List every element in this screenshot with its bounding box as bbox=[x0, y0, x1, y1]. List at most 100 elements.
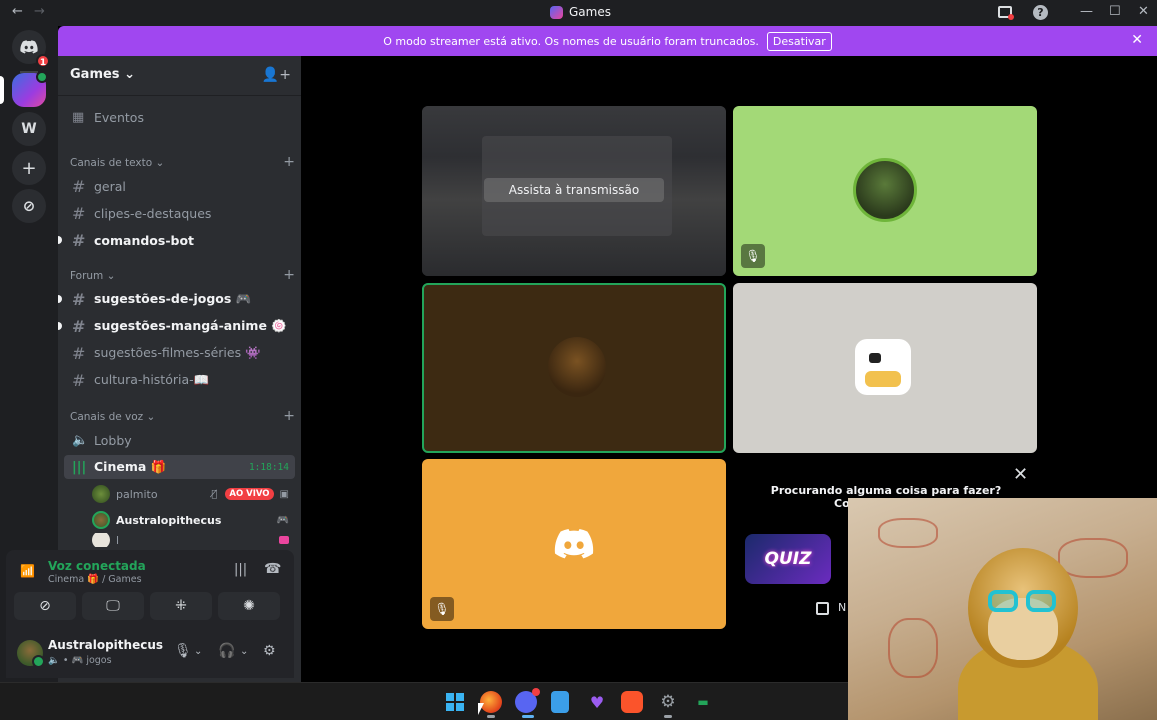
channel-timer: 1:18:14 bbox=[248, 461, 289, 473]
glasses-left bbox=[988, 590, 1018, 612]
activity-icon: ▣ bbox=[279, 488, 289, 500]
server-icon bbox=[550, 5, 563, 19]
user-status: 🔈 • 🎮 jogos bbox=[48, 655, 112, 666]
hash-icon: # bbox=[72, 289, 86, 309]
camera-off-icon: ⊘ bbox=[39, 598, 51, 614]
participant-tile-speaking[interactable] bbox=[422, 283, 726, 453]
invite-people-icon[interactable]: 👤+ bbox=[262, 67, 291, 83]
terminal-icon[interactable]: ▬ bbox=[692, 691, 714, 713]
heart-app-icon[interactable]: ♥ bbox=[586, 691, 608, 713]
camera-off-button[interactable]: ⊘ bbox=[14, 592, 76, 620]
activities-button[interactable]: ⁜ bbox=[150, 592, 212, 620]
voice-connected-panel: 📶 Voz conectada Cinema 🎁 / Games ||| ☎ ⊘… bbox=[6, 550, 294, 628]
notification-badge: 1 bbox=[36, 54, 50, 68]
participant-tile[interactable]: 🎙 bbox=[422, 459, 726, 629]
server-w[interactable]: W bbox=[12, 112, 46, 146]
voice-user-name: Australopithecus bbox=[116, 513, 222, 527]
mouse-cursor bbox=[478, 703, 484, 715]
participant-tile[interactable] bbox=[733, 283, 1037, 453]
channel-label: Lobby bbox=[94, 432, 132, 448]
promo-close-icon[interactable]: ✕ bbox=[1013, 464, 1028, 485]
noise-suppression-icon[interactable]: ||| bbox=[234, 562, 247, 577]
participant-tile[interactable]: 🎙 bbox=[733, 106, 1037, 276]
category-forum[interactable]: Forum ⌄ + bbox=[70, 267, 295, 283]
channel-label: clipes-e-destaques bbox=[94, 205, 212, 221]
rock-art bbox=[1058, 538, 1128, 578]
category-label: Canais de texto ⌄ bbox=[70, 157, 165, 169]
muted-icon: 🎙 bbox=[741, 244, 765, 268]
settings-icon[interactable]: ⚙ bbox=[657, 691, 679, 713]
events-item[interactable]: ▦ Eventos bbox=[64, 105, 295, 129]
channel-clipes[interactable]: # clipes-e-destaques bbox=[64, 201, 295, 225]
quiz-activity-card[interactable]: QUIZ bbox=[745, 534, 831, 584]
explore-icon[interactable]: ⊘ bbox=[12, 189, 46, 223]
category-voice-channels[interactable]: Canais de voz ⌄ + bbox=[70, 408, 295, 424]
disable-streamer-mode-button[interactable]: Desativar bbox=[766, 31, 832, 51]
screen-share-icon: 🖵 bbox=[106, 598, 120, 614]
inbox-icon[interactable] bbox=[998, 6, 1014, 20]
server-games[interactable] bbox=[12, 71, 48, 107]
stream-tile[interactable]: Assista à transmissão bbox=[422, 106, 726, 276]
back-button[interactable]: ← bbox=[12, 4, 23, 19]
microphone-icon[interactable]: 🎙 bbox=[174, 643, 192, 659]
game-controller-icon: 🎮 bbox=[276, 514, 289, 526]
voice-user[interactable]: palmito 🎙̸ AO VIVO ▣ bbox=[92, 482, 295, 506]
voice-status[interactable]: Voz conectada bbox=[48, 559, 146, 573]
voice-active-icon: ||| bbox=[72, 459, 87, 475]
channel-sugestoes-jogos[interactable]: # sugestões-de-jogos 🎮 bbox=[58, 287, 295, 311]
maximize-button[interactable]: ☐ bbox=[1109, 4, 1121, 19]
channel-sugestoes-filmes[interactable]: # sugestões-filmes-séries 👾 bbox=[64, 341, 295, 365]
chevron-down-icon[interactable]: ⌄ bbox=[194, 646, 202, 657]
active-indicator bbox=[522, 715, 534, 718]
help-icon[interactable]: ? bbox=[1033, 5, 1048, 20]
avatar-detail bbox=[869, 353, 881, 363]
promo-checkbox[interactable] bbox=[816, 602, 829, 615]
voice-user[interactable]: Australopithecus 🎮 bbox=[92, 508, 295, 532]
signal-icon: 📶 bbox=[20, 564, 35, 578]
direct-messages-button[interactable]: 1 bbox=[12, 30, 50, 68]
channel-label: comandos-bot bbox=[94, 232, 195, 248]
gear-icon[interactable]: ⚙ bbox=[263, 643, 276, 659]
category-text-channels[interactable]: Canais de texto ⌄ + bbox=[70, 154, 295, 170]
participant-avatar bbox=[853, 158, 917, 222]
voice-user[interactable]: l bbox=[92, 533, 295, 547]
discord-icon[interactable] bbox=[515, 688, 540, 713]
notepad-icon[interactable] bbox=[551, 691, 569, 713]
create-channel-icon[interactable]: + bbox=[283, 267, 295, 283]
soundboard-button[interactable]: ✺ bbox=[218, 592, 280, 620]
chevron-down-icon[interactable]: ⌄ bbox=[240, 646, 248, 657]
channel-label: geral bbox=[94, 178, 126, 194]
banner-close-icon[interactable]: ✕ bbox=[1131, 32, 1143, 48]
forward-button[interactable]: → bbox=[34, 4, 45, 19]
discord-avatar-icon bbox=[554, 529, 594, 559]
minimize-button[interactable]: — bbox=[1080, 4, 1093, 19]
webcam-overlay bbox=[848, 498, 1157, 720]
screen-share-button[interactable]: 🖵 bbox=[82, 592, 144, 620]
guild-name[interactable]: Games ⌄ bbox=[70, 67, 135, 82]
voice-channel-lobby[interactable]: 🔈 Lobby bbox=[64, 428, 295, 452]
channel-label: sugestões-mangá-anime 🍥 bbox=[94, 318, 287, 333]
channel-label: cultura-história-📖 bbox=[94, 372, 210, 387]
voice-active-indicator bbox=[36, 71, 48, 83]
guild-header[interactable]: Games ⌄ 👤+ bbox=[58, 56, 301, 96]
voice-channel-cinema[interactable]: ||| Cinema 🎁 1:18:14 bbox=[64, 455, 295, 479]
promo-checkbox-label: N bbox=[838, 601, 847, 614]
channel-cultura[interactable]: # cultura-história-📖 bbox=[64, 368, 295, 392]
channel-sugestoes-manga[interactable]: # sugestões-mangá-anime 🍥 bbox=[58, 314, 295, 338]
add-server-button[interactable]: + bbox=[12, 151, 46, 185]
channel-comandos-bot[interactable]: # comandos-bot bbox=[58, 228, 295, 252]
activity-icon bbox=[279, 536, 289, 544]
user-avatar[interactable] bbox=[17, 640, 45, 668]
channel-geral[interactable]: # geral bbox=[64, 174, 295, 198]
windows-icon[interactable] bbox=[444, 691, 466, 713]
close-button[interactable]: ✕ bbox=[1138, 4, 1149, 19]
brave-icon[interactable] bbox=[621, 691, 643, 713]
headphones-icon[interactable]: 🎧 bbox=[218, 643, 235, 659]
rock-art bbox=[878, 518, 938, 548]
create-channel-icon[interactable]: + bbox=[283, 408, 295, 424]
voice-location[interactable]: Cinema 🎁 / Games bbox=[48, 574, 142, 585]
watch-stream-button[interactable]: Assista à transmissão bbox=[484, 178, 664, 202]
disconnect-icon[interactable]: ☎ bbox=[264, 561, 281, 577]
user-name[interactable]: Australopithecus bbox=[48, 638, 163, 652]
create-channel-icon[interactable]: + bbox=[283, 154, 295, 170]
